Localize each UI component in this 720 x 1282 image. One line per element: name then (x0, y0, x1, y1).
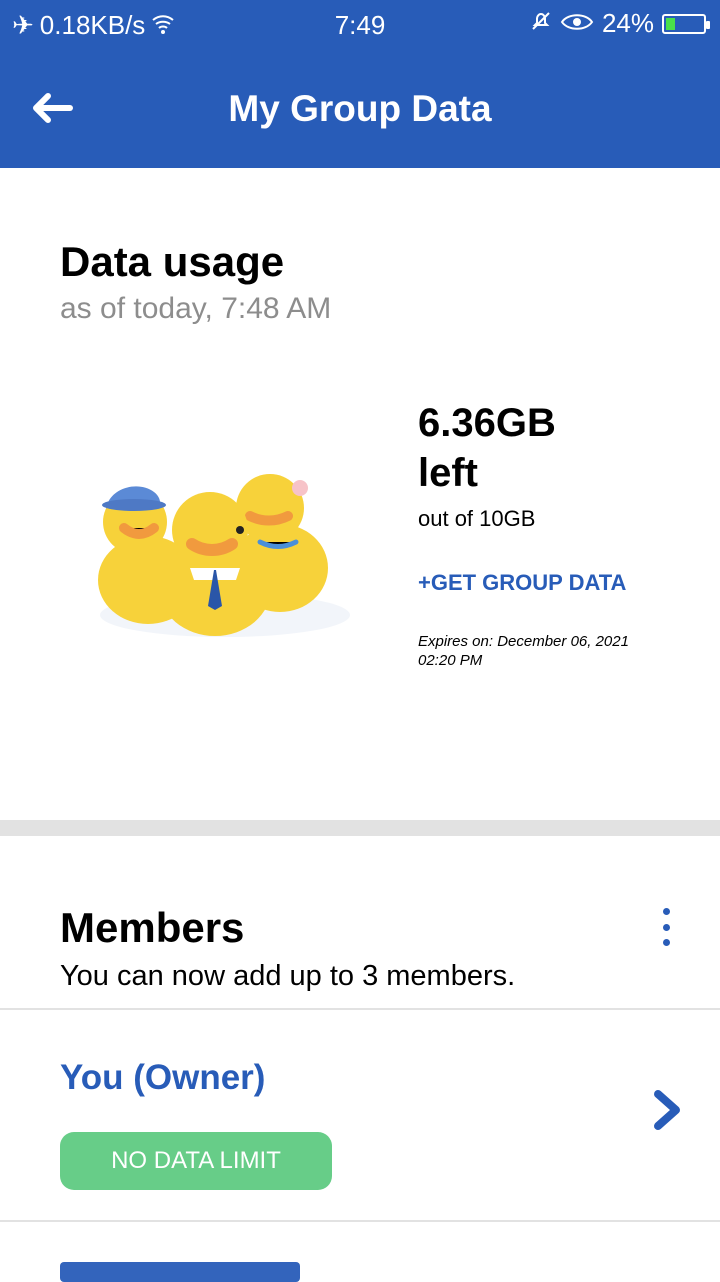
battery-fill (666, 17, 675, 30)
status-right: 24% (530, 8, 710, 39)
more-vertical-icon[interactable] (660, 908, 672, 946)
expiry-text: Expires on: December 06, 2021 02:20 PM (418, 633, 629, 669)
no-data-limit-badge: NO DATA LIMIT (60, 1132, 332, 1190)
battery-icon (662, 13, 710, 34)
get-group-data-link[interactable]: +GET GROUP DATA (418, 570, 626, 596)
section-divider (0, 820, 720, 836)
page-title: My Group Data (228, 88, 492, 129)
next-member-partial (60, 1262, 300, 1282)
data-left-amount: 6.36GB left (418, 398, 556, 498)
data-left-word: left (418, 451, 478, 495)
status-bar: ✈ 0.18KB/s 7:49 24% (0, 0, 720, 52)
chevron-right-icon[interactable] (652, 1088, 684, 1132)
members-title: Members (60, 904, 245, 951)
divider-line-2 (0, 1220, 720, 1222)
members-description: You can now add up to 3 members. (60, 960, 516, 992)
data-usage-title: Data usage (60, 238, 285, 285)
as-of-text: as of today, 7:48 AM (60, 292, 332, 325)
bell-off-icon (530, 8, 552, 39)
member-owner-name[interactable]: You (Owner) (60, 1058, 265, 1098)
app-bar: My Group Data (0, 52, 720, 168)
divider-line (0, 1008, 720, 1010)
data-left-value: 6.36GB (418, 401, 556, 445)
ducks-illustration (98, 474, 350, 637)
eye-icon (560, 8, 594, 39)
data-total: out of 10GB (418, 506, 536, 531)
battery-percent: 24% (601, 8, 654, 38)
